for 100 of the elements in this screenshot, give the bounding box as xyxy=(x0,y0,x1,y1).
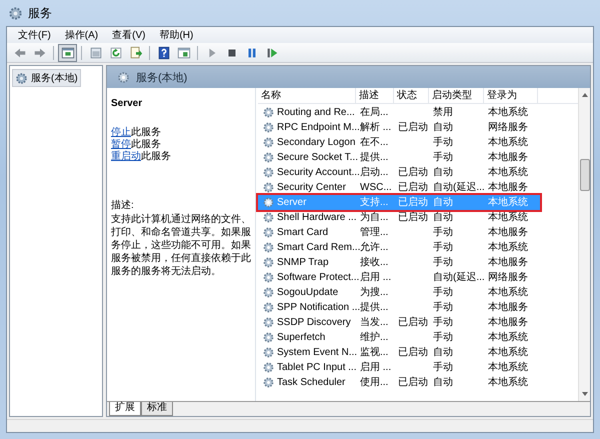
action-text: 此服务 xyxy=(131,127,161,138)
gear-icon xyxy=(8,6,23,20)
service-name-cell: Secure Socket T... xyxy=(277,151,358,164)
gear-icon xyxy=(262,286,275,299)
table-cell-text: 本地系统 xyxy=(487,106,529,119)
view-tab[interactable]: 扩展 xyxy=(109,402,141,416)
service-row[interactable]: Secure Socket T... 提供... 手动 本地服务 xyxy=(258,150,540,165)
service-name-cell: Task Scheduler xyxy=(277,376,346,389)
scroll-thumb[interactable] xyxy=(580,159,590,191)
gear-icon xyxy=(262,196,275,209)
table-cell-text: 网络服务 xyxy=(487,271,529,284)
table-cell-text: 自动 xyxy=(432,121,454,134)
table-cell-text: 启动... xyxy=(359,166,390,179)
service-row[interactable]: Smart Card Rem...允许... 手动 本地系统 xyxy=(258,240,540,255)
table-cell-text: 维护... xyxy=(359,331,390,344)
scroll-down-icon[interactable] xyxy=(580,390,588,398)
table-cell-text: 本地系统 xyxy=(487,361,529,374)
table-cell-text: 已启动 xyxy=(397,196,429,209)
table-cell-text: 本地系统 xyxy=(487,286,529,299)
gear-icon xyxy=(262,121,275,134)
table-cell-text: 本地服务 xyxy=(487,181,529,194)
table-cell-text: 本地系统 xyxy=(487,196,529,209)
table-cell-text: 本地系统 xyxy=(487,376,529,389)
table-cell-text: 自动(延迟... xyxy=(432,271,485,284)
view-tab[interactable]: 标准 xyxy=(141,402,173,416)
gear-icon xyxy=(262,346,275,359)
service-name-cell: SSDP Discovery xyxy=(277,316,351,329)
column-header[interactable]: 状态 xyxy=(394,88,429,103)
column-header[interactable]: 登录为 xyxy=(484,88,538,103)
service-name-cell: Smart Card Rem... xyxy=(277,241,360,254)
menu-item[interactable]: 查看(V) xyxy=(105,28,152,42)
service-name-cell: Security Center xyxy=(277,181,346,194)
gear-icon xyxy=(262,226,275,239)
service-name-cell: Tablet PC Input ... xyxy=(277,361,356,374)
table-cell-text: 支持... xyxy=(359,196,390,209)
service-row[interactable]: Secondary Logon 在不... 手动 本地系统 xyxy=(258,135,540,150)
tree-item[interactable]: 服务(本地) xyxy=(12,69,81,87)
table-cell-text: 手动 xyxy=(432,136,454,149)
menu-item[interactable]: 帮助(H) xyxy=(152,28,200,42)
service-row[interactable]: SNMP Trap 接收... 手动 本地服务 xyxy=(258,255,540,270)
service-name-cell: SogouUpdate xyxy=(277,286,338,299)
table-cell-text: 手动 xyxy=(432,331,454,344)
service-name-cell: Security Account... xyxy=(277,166,360,179)
scrollbar[interactable] xyxy=(578,88,590,401)
service-row[interactable]: SPP Notification ...提供... 手动 本地服务 xyxy=(258,300,540,315)
service-name-cell: SPP Notification ... xyxy=(277,301,360,314)
service-row[interactable]: Task Scheduler 使用... 已启动 自动 本地系统 xyxy=(258,375,540,390)
gear-icon xyxy=(262,166,275,179)
menu-item[interactable]: 文件(F) xyxy=(11,28,58,42)
table-cell-text: 本地系统 xyxy=(487,166,529,179)
service-row[interactable]: Smart Card 管理... 手动 本地服务 xyxy=(258,225,540,240)
gear-icon xyxy=(262,376,275,389)
service-name-cell: Superfetch xyxy=(277,331,326,344)
table-cell-text: 启用 ... xyxy=(359,271,392,284)
service-row[interactable]: Routing and Re... 在局... 禁用 本地系统 xyxy=(258,105,540,120)
service-row[interactable]: SogouUpdate 为搜... 手动 本地系统 xyxy=(258,285,540,300)
column-header[interactable]: 描述 xyxy=(356,88,394,103)
table-cell-text: 在不... xyxy=(359,136,390,149)
service-row[interactable]: RPC Endpoint M...解析 ... 已启动 自动 网络服务 xyxy=(258,120,540,135)
table-cell-text: 使用... xyxy=(359,376,390,389)
service-name-cell: Routing and Re... xyxy=(277,106,355,119)
service-row[interactable]: Tablet PC Input ... 启用 ... 手动 本地系统 xyxy=(258,360,540,375)
window-title: 服务 xyxy=(28,4,52,22)
scroll-up-icon[interactable] xyxy=(580,91,588,99)
column-header[interactable]: 名称 xyxy=(258,88,356,103)
service-row[interactable]: System Event N... 监视... 已启动 自动 本地系统 xyxy=(258,345,540,360)
gear-icon xyxy=(262,331,275,344)
table-cell-text: 提供... xyxy=(359,151,390,164)
table-cell-text: 本地服务 xyxy=(487,256,529,269)
gear-icon xyxy=(262,271,275,284)
action-link[interactable]: 停止 xyxy=(111,127,131,138)
table-cell-text: 已启动 xyxy=(397,316,429,329)
table-cell-text: 手动 xyxy=(432,286,454,299)
service-row[interactable]: Shell Hardware ... 为自... 已启动 自动 本地系统 xyxy=(258,210,540,225)
action-link[interactable]: 重启动 xyxy=(111,151,141,162)
table-cell-text: 本地系统 xyxy=(487,136,529,149)
column-header[interactable]: 启动类型 xyxy=(429,88,484,103)
service-name-cell: Shell Hardware ... xyxy=(277,211,356,224)
service-row[interactable]: Security Account...启动... 已启动 自动 本地系统 xyxy=(258,165,540,180)
service-row[interactable]: Superfetch 维护... 手动 本地系统 xyxy=(258,330,540,345)
table-cell-text: 已启动 xyxy=(397,181,429,194)
table-cell-text: 已启动 xyxy=(397,211,429,224)
table-cell-text: 本地系统 xyxy=(487,346,529,359)
table-cell-text: 已启动 xyxy=(397,346,429,359)
tree-pane-icon[interactable] xyxy=(58,44,77,62)
table-cell-text: 已启动 xyxy=(397,166,429,179)
service-row[interactable]: Software Protect...启用 ... 自动(延迟... 网络服务 xyxy=(258,270,540,285)
action-link[interactable]: 暂停 xyxy=(111,139,131,150)
table-cell-text: 手动 xyxy=(432,151,454,164)
service-row[interactable]: SSDP Discovery 当发... 已启动 手动 本地服务 xyxy=(258,315,540,330)
table-cell-text: 本地服务 xyxy=(487,316,529,329)
table-cell-text: 手动 xyxy=(432,256,454,269)
table-cell-text: 本地服务 xyxy=(487,301,529,314)
service-name-cell: Smart Card xyxy=(277,226,328,239)
menu-item[interactable]: 操作(A) xyxy=(58,28,106,42)
table-cell-text: 本地服务 xyxy=(487,151,529,164)
table-cell-text: 自动 xyxy=(432,211,454,224)
table-cell-text: 已启动 xyxy=(397,121,429,134)
service-row[interactable]: Security Center WSC... 已启动 自动(延迟... 本地服务 xyxy=(258,180,540,195)
description-label: 描述: xyxy=(111,198,135,212)
